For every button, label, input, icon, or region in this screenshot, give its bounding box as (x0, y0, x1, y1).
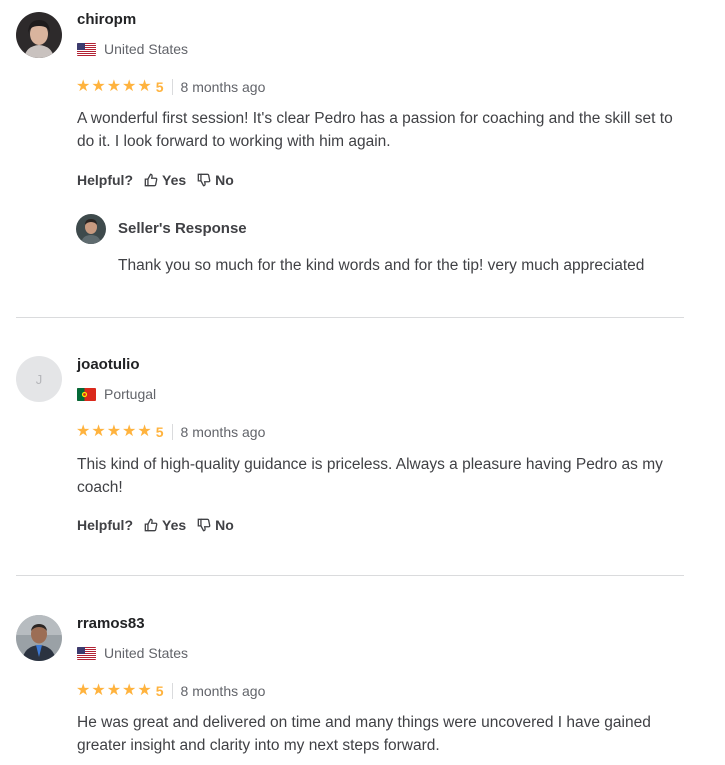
star-rating: ★ ★ ★ ★ ★ (76, 79, 152, 95)
yes-label: Yes (162, 517, 187, 533)
thumbs-up-icon (144, 518, 158, 532)
yes-label: Yes (162, 172, 187, 188)
star-icon: ★ (122, 78, 137, 95)
helpful-yes-button[interactable]: Yes (144, 172, 186, 188)
star-icon: ★ (122, 682, 137, 699)
star-icon: ★ (106, 78, 122, 95)
review-rating: ★ ★ ★ ★ ★ 5 8 months ago (76, 424, 265, 440)
reviewer-avatar[interactable]: J (16, 356, 62, 402)
review-age: 8 months ago (180, 424, 266, 440)
country-name: Portugal (104, 386, 157, 402)
star-icon: ★ (76, 423, 91, 440)
reviewer-avatar[interactable] (16, 615, 62, 661)
star-icon: ★ (106, 423, 122, 440)
reviewer-username[interactable]: chiropm (77, 11, 136, 28)
star-icon: ★ (137, 78, 152, 95)
seller-avatar (76, 214, 106, 244)
star-icon: ★ (76, 78, 91, 95)
reviewer-username[interactable]: rramos83 (77, 615, 145, 632)
helpful-bar: Helpful? Yes No (77, 517, 234, 533)
country-name: United States (104, 645, 189, 661)
star-icon: ★ (137, 423, 152, 440)
star-icon: ★ (91, 682, 106, 699)
reviewer-country: United States (77, 645, 188, 661)
helpful-yes-button[interactable]: Yes (144, 517, 186, 533)
us-flag-icon (77, 646, 96, 660)
star-rating: ★ ★ ★ ★ ★ (76, 683, 152, 699)
review-text: This kind of high-quality guidance is pr… (77, 456, 663, 496)
helpful-label: Helpful? (77, 517, 133, 533)
review-age: 8 months ago (180, 683, 266, 699)
star-icon: ★ (76, 682, 91, 699)
star-icon: ★ (122, 423, 137, 440)
review-text: A wonderful first session! It's clear Pe… (77, 110, 673, 150)
separator (171, 683, 173, 699)
us-flag-icon (77, 42, 96, 56)
star-icon: ★ (91, 78, 106, 95)
helpful-no-button[interactable]: No (197, 517, 234, 533)
reviewer-country: United States (77, 41, 188, 57)
thumbs-down-icon (197, 518, 211, 532)
no-label: No (215, 172, 234, 188)
thumbs-down-icon (197, 173, 211, 187)
review-divider (16, 317, 684, 318)
star-rating: ★ ★ ★ ★ ★ (76, 424, 152, 440)
no-label: No (215, 517, 234, 533)
seller-response-text: Thank you so much for the kind words and… (118, 257, 645, 274)
helpful-no-button[interactable]: No (197, 172, 234, 188)
star-icon: ★ (106, 682, 122, 699)
review-rating: ★ ★ ★ ★ ★ 5 8 months ago (76, 79, 265, 95)
reviewer-username[interactable]: joaotulio (77, 356, 140, 373)
helpful-label: Helpful? (77, 172, 133, 188)
country-name: United States (104, 41, 189, 57)
star-icon: ★ (137, 682, 152, 699)
separator (171, 79, 173, 95)
review-text: He was great and delivered on time and m… (77, 714, 651, 754)
separator (171, 424, 173, 440)
thumbs-up-icon (144, 173, 158, 187)
rating-value: 5 (155, 424, 164, 440)
review-rating: ★ ★ ★ ★ ★ 5 8 months ago (76, 683, 265, 699)
rating-value: 5 (155, 79, 164, 95)
review-divider (16, 575, 684, 576)
reviewer-avatar[interactable] (16, 12, 62, 58)
helpful-bar: Helpful? Yes No (77, 172, 234, 188)
pt-flag-icon (77, 387, 96, 401)
star-icon: ★ (91, 423, 106, 440)
rating-value: 5 (155, 683, 164, 699)
review-age: 8 months ago (180, 79, 266, 95)
seller-response-title: Seller's Response (118, 220, 247, 237)
reviewer-country: Portugal (77, 386, 156, 402)
